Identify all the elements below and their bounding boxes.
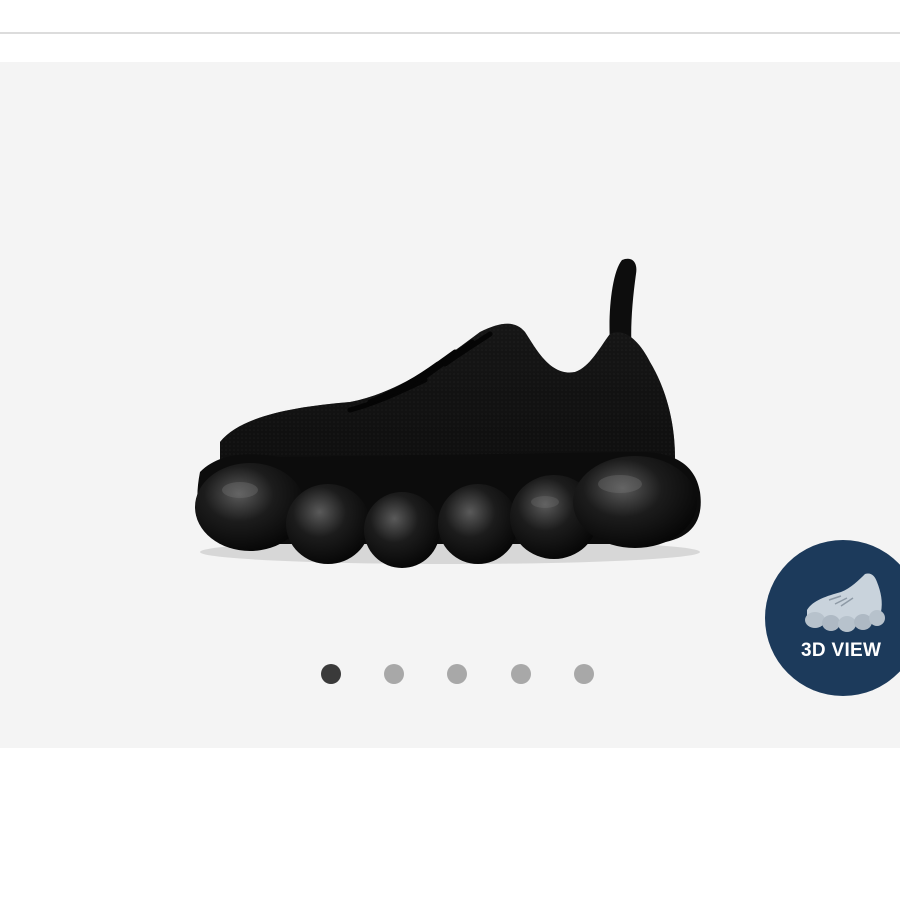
product-gallery[interactable]: 3D VIEW (0, 62, 900, 748)
carousel-dot-2[interactable] (384, 664, 404, 684)
product-image (195, 258, 701, 568)
carousel-dot-1[interactable] (321, 664, 341, 684)
product-page: 3D VIEW (0, 0, 900, 900)
top-divider (0, 32, 900, 34)
carousel-dot-4[interactable] (511, 664, 531, 684)
carousel-dot-3[interactable] (447, 664, 467, 684)
carousel-dots (0, 662, 900, 686)
shoe-3d-icon (805, 573, 885, 632)
carousel-dot-5[interactable] (574, 664, 594, 684)
3d-view-label: 3D VIEW (801, 640, 882, 661)
